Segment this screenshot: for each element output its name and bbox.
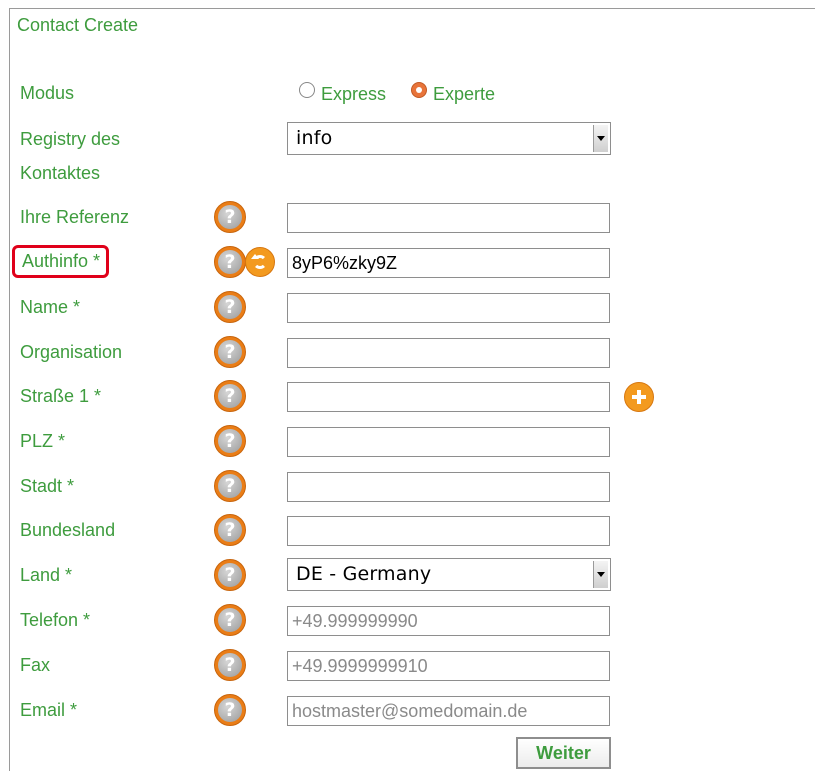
authinfo-label: Authinfo * — [12, 245, 110, 278]
help-glyph: ? — [224, 385, 236, 407]
land-select[interactable]: DE - Germany — [287, 558, 611, 591]
land-label: Land * — [20, 565, 73, 585]
stadt-input[interactable] — [287, 472, 610, 502]
registry-label-line2: Kontaktes — [20, 163, 101, 183]
chevron-down-icon[interactable] — [593, 125, 608, 152]
help-icon[interactable]: ? — [214, 336, 246, 368]
name-input[interactable] — [287, 293, 610, 323]
plz-input[interactable] — [287, 427, 610, 457]
referenz-input[interactable] — [287, 203, 610, 233]
land-select-value: DE - Germany — [296, 563, 432, 585]
radio-express[interactable] — [299, 82, 315, 98]
help-glyph: ? — [224, 654, 236, 676]
chevron-down-icon[interactable] — [593, 561, 608, 588]
help-glyph: ? — [224, 430, 236, 452]
radio-experte-label[interactable]: Experte — [433, 84, 495, 105]
radio-express-label[interactable]: Express — [321, 84, 386, 105]
email-label: Email * — [20, 700, 78, 720]
email-input[interactable] — [287, 696, 610, 726]
help-icon[interactable]: ? — [214, 559, 246, 591]
help-glyph: ? — [224, 609, 236, 631]
help-glyph: ? — [224, 519, 236, 541]
bundesland-label: Bundesland — [20, 520, 116, 540]
help-glyph: ? — [224, 206, 236, 228]
help-icon[interactable]: ? — [214, 380, 246, 412]
organisation-input[interactable] — [287, 338, 610, 368]
refresh-icon[interactable] — [245, 247, 275, 277]
help-glyph: ? — [224, 475, 236, 497]
registry-select[interactable]: info — [287, 122, 611, 155]
weiter-button[interactable]: Weiter — [516, 737, 611, 769]
help-icon[interactable]: ? — [214, 291, 246, 323]
referenz-label: Ihre Referenz — [20, 207, 130, 227]
help-icon[interactable]: ? — [214, 201, 246, 233]
add-icon[interactable] — [624, 382, 654, 412]
strasse1-input[interactable] — [287, 382, 610, 412]
help-icon[interactable]: ? — [214, 246, 246, 278]
bundesland-input[interactable] — [287, 516, 610, 546]
help-glyph: ? — [224, 699, 236, 721]
help-icon[interactable]: ? — [214, 604, 246, 636]
radio-experte[interactable] — [411, 82, 427, 98]
help-icon[interactable]: ? — [214, 425, 246, 457]
authinfo-input[interactable] — [287, 248, 610, 278]
registry-select-value: info — [296, 127, 333, 149]
help-icon[interactable]: ? — [214, 694, 246, 726]
help-glyph: ? — [224, 341, 236, 363]
fax-label: Fax — [20, 655, 51, 675]
stadt-label: Stadt * — [20, 476, 75, 496]
strasse1-label: Straße 1 * — [20, 386, 102, 406]
fax-input[interactable] — [287, 651, 610, 681]
modus-label: Modus — [20, 83, 75, 103]
telefon-label: Telefon * — [20, 610, 91, 630]
telefon-input[interactable] — [287, 606, 610, 636]
plz-label: PLZ * — [20, 431, 66, 451]
form-title: Contact Create — [17, 15, 139, 35]
organisation-label: Organisation — [20, 342, 123, 362]
help-glyph: ? — [224, 564, 236, 586]
help-icon[interactable]: ? — [214, 470, 246, 502]
help-icon[interactable]: ? — [214, 649, 246, 681]
help-glyph: ? — [224, 251, 236, 273]
registry-label-line1: Registry des — [20, 129, 121, 149]
help-icon[interactable]: ? — [214, 514, 246, 546]
help-glyph: ? — [224, 296, 236, 318]
name-label: Name * — [20, 297, 81, 317]
